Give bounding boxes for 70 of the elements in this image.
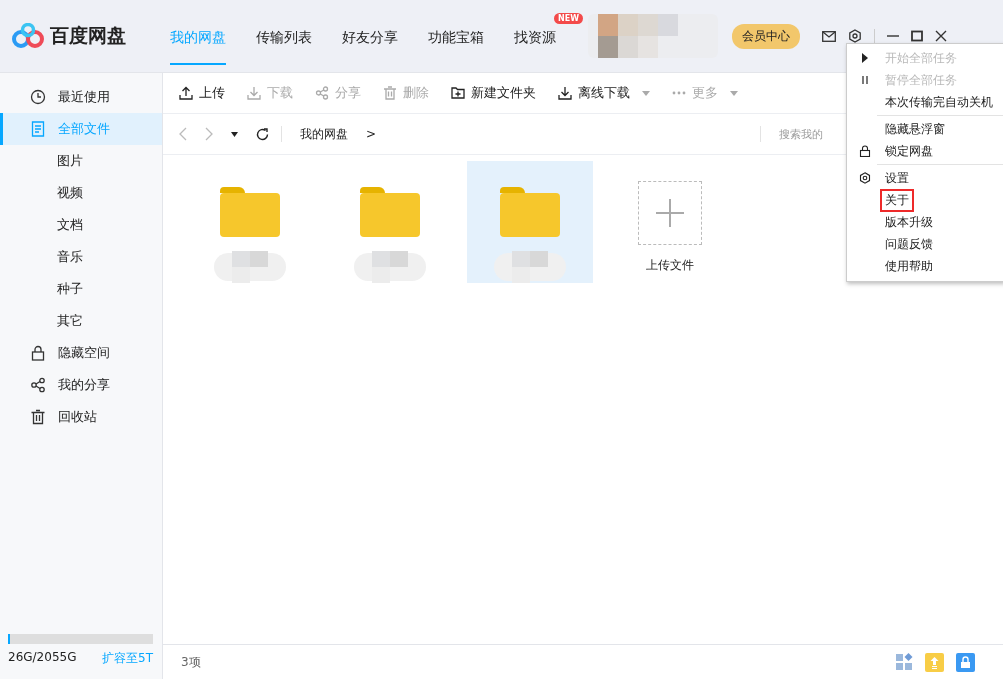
search-field[interactable]: 搜索我的 xyxy=(779,127,825,141)
menu-item[interactable]: 隐藏悬浮窗 xyxy=(880,117,950,141)
folder-icon xyxy=(220,187,280,237)
sidebar-subitem[interactable]: 其它 xyxy=(0,305,162,337)
logo-icon xyxy=(12,23,44,49)
toolbar-button[interactable]: 上传 xyxy=(175,84,229,102)
new-badge: NEW xyxy=(554,13,583,24)
lock-icon xyxy=(30,345,46,361)
upload-icon[interactable] xyxy=(925,652,944,672)
maximize-icon[interactable] xyxy=(911,30,923,42)
sidebar-item[interactable]: 隐藏空间 xyxy=(0,337,162,369)
menu-item[interactable]: 锁定网盘 xyxy=(880,139,938,163)
sidebar-subitem[interactable]: 视频 xyxy=(0,177,162,209)
close-icon[interactable] xyxy=(935,30,947,42)
trash-icon xyxy=(30,409,46,425)
vip-center-button[interactable]: 会员中心 xyxy=(732,23,800,49)
settings-icon xyxy=(859,172,871,184)
pause-icon xyxy=(859,74,871,86)
blurred-label xyxy=(494,251,566,283)
share-icon xyxy=(315,86,329,100)
storage-usage: 26G/2055G xyxy=(8,650,77,666)
toolbar-button[interactable]: 离线下载 xyxy=(554,84,654,102)
breadcrumb-separator: > xyxy=(366,127,377,141)
menu-item[interactable]: 设置 xyxy=(880,166,914,190)
download-icon xyxy=(247,86,261,100)
folder-icon xyxy=(500,187,560,237)
nav-tab[interactable]: 传输列表 xyxy=(256,21,312,65)
forward-icon[interactable] xyxy=(205,127,213,141)
settings-icon[interactable] xyxy=(848,29,862,43)
menu-item[interactable]: 使用帮助 xyxy=(880,254,938,278)
toolbar-button[interactable]: 新建文件夹 xyxy=(447,84,540,102)
blurred-label xyxy=(214,251,286,283)
folder-icon xyxy=(360,187,420,237)
lock-icon[interactable] xyxy=(956,652,975,672)
nav-tab[interactable]: 好友分享 xyxy=(342,21,398,65)
menu-item[interactable]: 版本升级 xyxy=(880,210,938,234)
menu-item[interactable]: 本次传输完自动关机 xyxy=(880,90,998,114)
sidebar-subitem[interactable]: 图片 xyxy=(0,145,162,177)
lock-icon xyxy=(859,145,871,157)
plus-icon xyxy=(655,198,685,228)
trash-icon xyxy=(383,86,397,100)
upload-icon xyxy=(179,86,193,100)
caret-icon xyxy=(642,90,650,96)
mail-icon[interactable] xyxy=(822,30,836,42)
clock-icon xyxy=(30,89,46,105)
blurred-label xyxy=(354,251,426,283)
item-count: 3项 xyxy=(181,653,201,671)
refresh-icon[interactable] xyxy=(256,127,269,141)
nav-tab[interactable]: 找资源 xyxy=(514,21,556,65)
download-icon xyxy=(558,86,572,100)
menu-item[interactable]: 关于 xyxy=(880,188,914,212)
nav-tab[interactable]: 功能宝箱 xyxy=(428,21,484,65)
sidebar-subitem[interactable]: 文档 xyxy=(0,209,162,241)
sidebar-item[interactable]: 我的分享 xyxy=(0,369,162,401)
sidebar-subitem[interactable]: 种子 xyxy=(0,273,162,305)
new-folder-icon xyxy=(451,86,465,100)
menu-item[interactable]: 问题反馈 xyxy=(880,232,938,256)
app-name: 百度网盘 xyxy=(50,23,126,48)
share-icon xyxy=(30,377,46,393)
upload-tile[interactable] xyxy=(638,181,702,245)
caret-icon xyxy=(730,90,738,96)
document-icon xyxy=(30,121,46,137)
breadcrumb[interactable]: 我的网盘 xyxy=(300,125,348,143)
back-icon[interactable] xyxy=(179,127,187,141)
sidebar-subitem[interactable]: 音乐 xyxy=(0,241,162,273)
sidebar-item[interactable]: 最近使用 xyxy=(0,81,162,113)
caret-icon[interactable] xyxy=(231,131,238,137)
sidebar-item[interactable]: 回收站 xyxy=(0,401,162,433)
upload-file-label: 上传文件 xyxy=(646,257,694,274)
apps-icon[interactable] xyxy=(895,653,913,671)
